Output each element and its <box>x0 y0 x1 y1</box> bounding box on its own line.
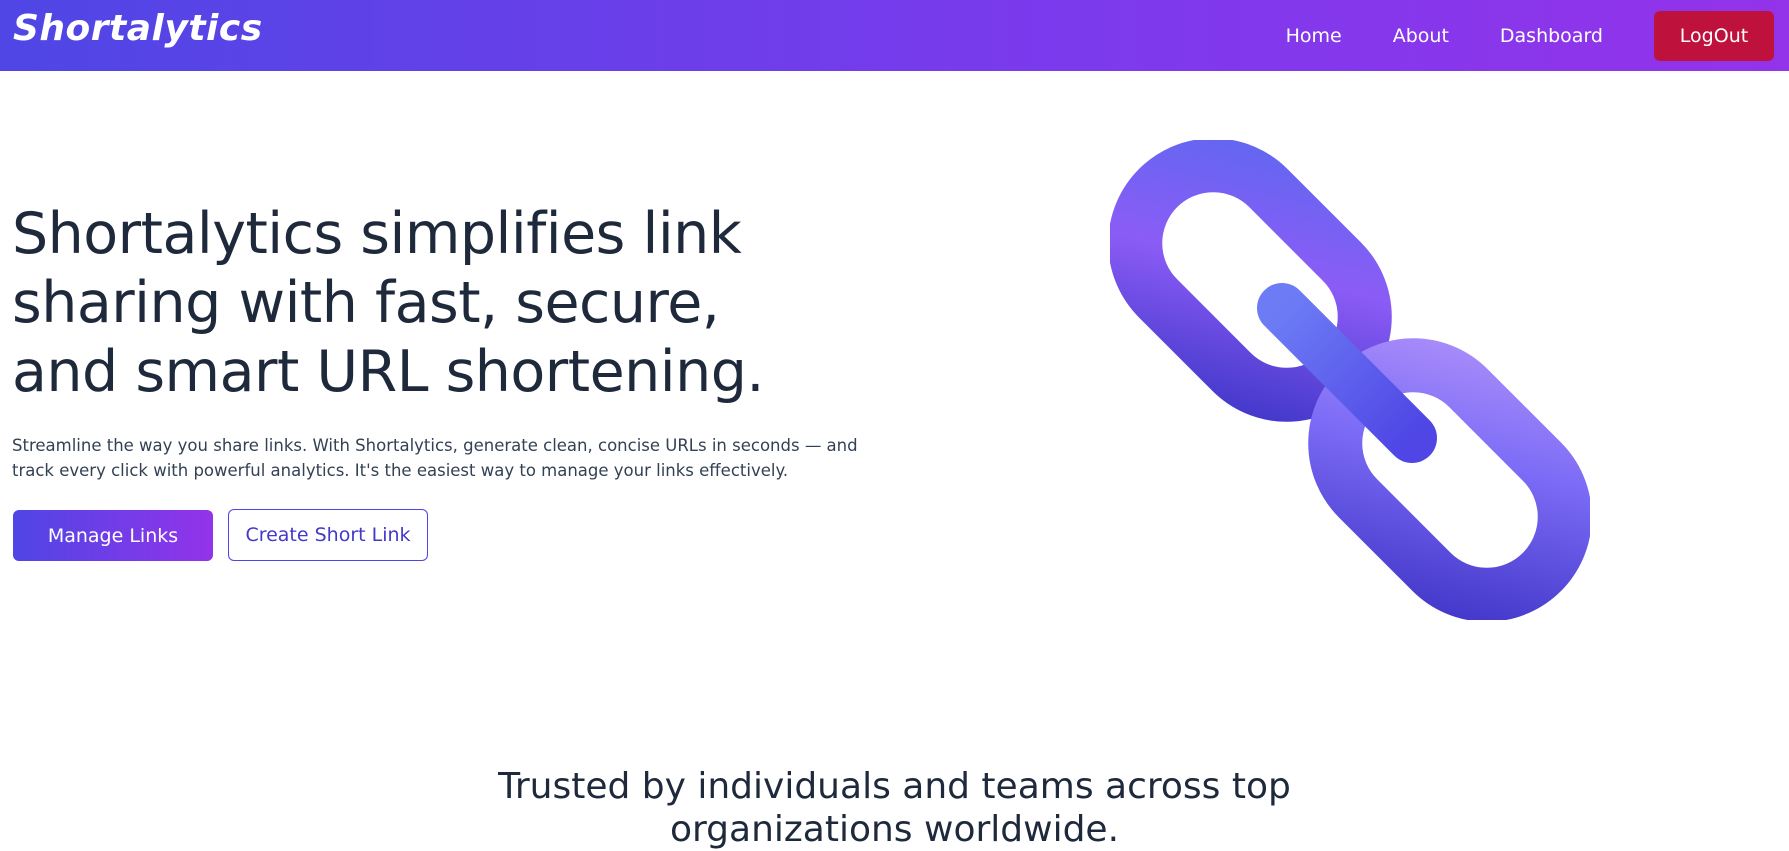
create-short-link-button[interactable]: Create Short Link <box>228 509 428 561</box>
manage-links-button[interactable]: Manage Links <box>13 510 213 561</box>
trusted-heading: Trusted by individuals and teams across … <box>498 766 1291 850</box>
nav-dashboard-link[interactable]: Dashboard <box>1500 25 1603 47</box>
logout-button[interactable]: LogOut <box>1654 10 1774 61</box>
navbar: Shortalytics Home About Dashboard LogOut <box>0 0 1789 71</box>
nav-home-link[interactable]: Home <box>1286 25 1342 47</box>
brand-logo[interactable]: Shortalytics <box>13 8 263 49</box>
hero-description: Streamline the way you share links. With… <box>12 436 858 480</box>
nav-links: Home About Dashboard LogOut <box>1286 0 1774 71</box>
chain-link-icon <box>1108 138 1592 622</box>
hero-title: Shortalytics simplifies link sharing wit… <box>12 201 765 405</box>
nav-about-link[interactable]: About <box>1393 25 1449 47</box>
